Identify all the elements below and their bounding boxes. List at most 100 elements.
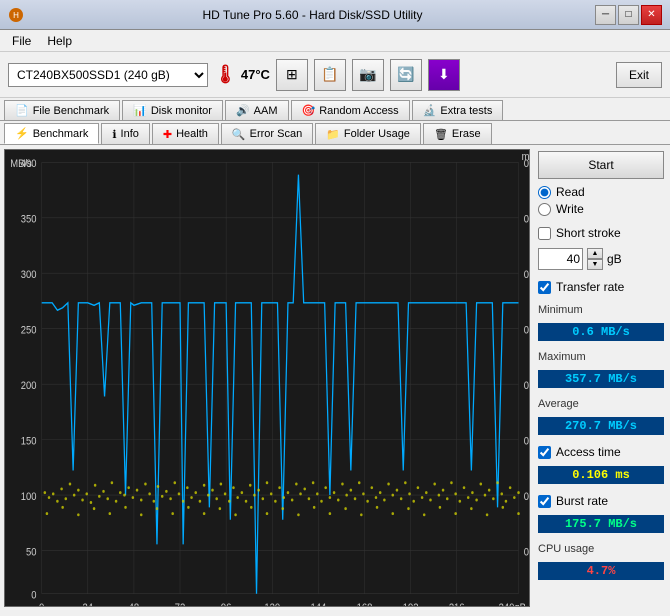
write-radio[interactable] [538, 203, 551, 216]
tab-file-benchmark[interactable]: 📄 File Benchmark [4, 100, 120, 120]
short-stroke-label[interactable]: Short stroke [538, 226, 664, 240]
burst-rate-checkbox[interactable] [538, 495, 551, 508]
menu-file[interactable]: File [4, 32, 39, 50]
svg-text:300: 300 [21, 270, 37, 282]
stroke-down-button[interactable]: ▼ [587, 259, 603, 270]
random-access-icon: 🎯 [302, 104, 316, 117]
aam-icon: 🔊 [236, 104, 250, 117]
transfer-rate-label[interactable]: Transfer rate [538, 280, 664, 294]
svg-text:0.05: 0.05 [524, 547, 529, 559]
disk-selector[interactable]: CT240BX500SSD1 (240 gB) [8, 63, 208, 87]
stroke-spinner: ▲ ▼ [587, 248, 603, 270]
temperature-display: 🌡 47°C [214, 64, 270, 85]
toolbar-btn-2[interactable]: 📋 [314, 59, 346, 91]
health-icon: ✚ [163, 128, 172, 141]
tab-extra-tests[interactable]: 🔬 Extra tests [412, 100, 504, 120]
toolbar-btn-3[interactable]: 📷 [352, 59, 384, 91]
toolbar-btn-4[interactable]: 🔄 [390, 59, 422, 91]
extra-tests-icon: 🔬 [423, 104, 437, 117]
stroke-input[interactable] [538, 248, 583, 270]
gb-label: gB [607, 252, 622, 266]
minimum-value: 0.6 MB/s [538, 323, 664, 341]
disk-monitor-icon: 📊 [133, 104, 147, 117]
tab-aam[interactable]: 🔊 AAM [225, 100, 289, 120]
tab-random-access[interactable]: 🎯 Random Access [291, 100, 410, 120]
main-content: 400 350 300 250 200 150 100 50 0 MB/s 0.… [0, 145, 670, 611]
temperature-value: 47°C [241, 67, 270, 82]
write-radio-label[interactable]: Write [538, 202, 664, 216]
svg-text:120: 120 [264, 602, 280, 606]
svg-text:0.35: 0.35 [524, 214, 529, 226]
toolbar-btn-5[interactable]: ⬇ [428, 59, 460, 91]
svg-text:150: 150 [21, 436, 37, 448]
tab-info[interactable]: ℹ Info [101, 123, 150, 144]
short-stroke-checkbox[interactable] [538, 227, 551, 240]
cpu-value: 4.7% [538, 562, 664, 580]
svg-text:0.10: 0.10 [524, 491, 529, 503]
svg-text:0.15: 0.15 [524, 436, 529, 448]
menu-bar: File Help [0, 30, 670, 52]
svg-text:200: 200 [21, 380, 37, 392]
svg-text:MB/s: MB/s [10, 159, 31, 171]
tab-error-scan[interactable]: 🔍 Error Scan [221, 123, 313, 144]
svg-text:48: 48 [129, 602, 140, 606]
read-write-group: Read Write [538, 185, 664, 216]
tab-erase[interactable]: 🗑 Erase [423, 123, 492, 144]
tab-health[interactable]: ✚ Health [152, 123, 219, 144]
benchmark-icon: ⚡ [15, 127, 29, 140]
svg-text:144: 144 [310, 602, 326, 606]
maximize-button[interactable]: □ [618, 5, 639, 25]
access-time-label[interactable]: Access time [538, 445, 664, 459]
svg-text:50: 50 [26, 547, 37, 559]
tab-benchmark[interactable]: ⚡ Benchmark [4, 123, 99, 144]
svg-text:72: 72 [175, 602, 186, 606]
read-radio[interactable] [538, 186, 551, 199]
folder-usage-icon: 📁 [326, 128, 340, 141]
stroke-row: ▲ ▼ gB [538, 248, 664, 270]
tab-folder-usage[interactable]: 📁 Folder Usage [315, 123, 421, 144]
toolbar-btn-1[interactable]: ⊞ [276, 59, 308, 91]
svg-text:0.25: 0.25 [524, 325, 529, 337]
svg-text:250: 250 [21, 325, 37, 337]
window-controls: ─ □ ✕ [595, 5, 662, 25]
svg-text:0: 0 [39, 602, 44, 606]
maximum-value: 357.7 MB/s [538, 370, 664, 388]
file-benchmark-icon: 📄 [15, 104, 29, 117]
tabs-row1: 📄 File Benchmark 📊 Disk monitor 🔊 AAM 🎯 … [0, 98, 670, 121]
svg-text:216: 216 [449, 602, 465, 606]
menu-help[interactable]: Help [39, 32, 80, 50]
tab-disk-monitor[interactable]: 📊 Disk monitor [122, 100, 223, 120]
svg-text:350: 350 [21, 214, 37, 226]
access-time-checkbox[interactable] [538, 446, 551, 459]
close-button[interactable]: ✕ [641, 5, 662, 25]
maximum-label: Maximum [538, 351, 664, 363]
svg-text:168: 168 [357, 602, 373, 606]
read-radio-label[interactable]: Read [538, 185, 664, 199]
svg-text:96: 96 [221, 602, 232, 606]
stroke-up-button[interactable]: ▲ [587, 248, 603, 259]
title-bar: H HD Tune Pro 5.60 - Hard Disk/SSD Utili… [0, 0, 670, 30]
start-button[interactable]: Start [538, 151, 664, 179]
transfer-rate-checkbox[interactable] [538, 281, 551, 294]
burst-rate-value: 175.7 MB/s [538, 515, 664, 533]
info-icon: ℹ [112, 128, 116, 141]
svg-text:0: 0 [31, 590, 36, 602]
minimize-button[interactable]: ─ [595, 5, 616, 25]
minimum-label: Minimum [538, 304, 664, 316]
cpu-label: CPU usage [538, 543, 664, 555]
average-value: 270.7 MB/s [538, 417, 664, 435]
exit-button[interactable]: Exit [616, 62, 662, 88]
svg-text:24: 24 [83, 602, 94, 606]
burst-rate-label[interactable]: Burst rate [538, 494, 664, 508]
chart-container: 400 350 300 250 200 150 100 50 0 MB/s 0.… [4, 149, 530, 607]
error-scan-icon: 🔍 [232, 128, 246, 141]
title-text: HD Tune Pro 5.60 - Hard Disk/SSD Utility [30, 8, 595, 22]
erase-icon: 🗑 [434, 128, 448, 141]
toolbar: CT240BX500SSD1 (240 gB) 🌡 47°C ⊞ 📋 📷 🔄 ⬇… [0, 52, 670, 98]
svg-text:0.30: 0.30 [524, 270, 529, 282]
app-icon: H [8, 7, 24, 23]
svg-text:192: 192 [403, 602, 419, 606]
benchmark-chart: 400 350 300 250 200 150 100 50 0 MB/s 0.… [5, 150, 529, 606]
tabs-row2: ⚡ Benchmark ℹ Info ✚ Health 🔍 Error Scan… [0, 121, 670, 145]
thermometer-icon: 🌡 [214, 64, 237, 85]
